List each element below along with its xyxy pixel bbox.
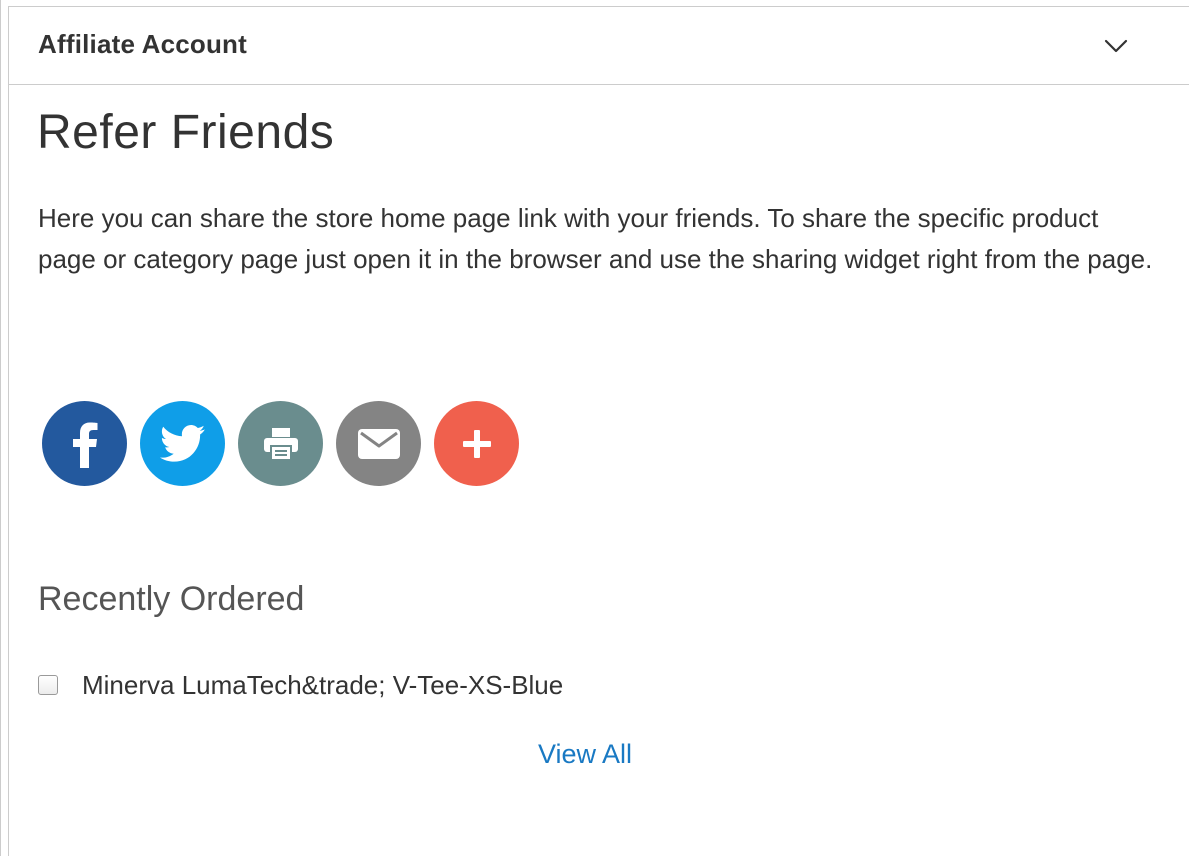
email-share-button[interactable]	[336, 401, 421, 486]
item-label: Minerva LumaTech&trade; V-Tee-XS-Blue	[82, 669, 564, 700]
plus-icon	[462, 429, 491, 458]
chevron-down-icon[interactable]	[1103, 33, 1129, 59]
page-title: Refer Friends	[37, 106, 335, 159]
view-all-link[interactable]: View All	[538, 739, 632, 770]
account-section-title: Affiliate Account	[38, 29, 248, 59]
share-widget	[42, 401, 519, 487]
recently-ordered-title: Recently Ordered	[38, 580, 305, 618]
affiliate-account-toggle[interactable]: Affiliate Account	[8, 6, 1189, 85]
twitter-share-button[interactable]	[140, 401, 225, 486]
printer-icon	[263, 427, 298, 461]
recently-ordered-item: Minerva LumaTech&trade; V-Tee-XS-Blue	[38, 667, 563, 703]
facebook-icon	[72, 422, 97, 468]
envelope-icon	[357, 428, 400, 459]
facebook-share-button[interactable]	[42, 401, 127, 486]
item-checkbox[interactable]	[38, 675, 58, 695]
print-share-button[interactable]	[238, 401, 323, 486]
page-frame: Affiliate Account Refer Friends Here you…	[0, 0, 1189, 856]
page-description: Here you can share the store home page l…	[38, 203, 1153, 274]
twitter-icon	[159, 424, 205, 462]
more-share-button[interactable]	[434, 401, 519, 486]
refer-friends-content: Refer Friends Here you can share the sto…	[8, 85, 1189, 856]
